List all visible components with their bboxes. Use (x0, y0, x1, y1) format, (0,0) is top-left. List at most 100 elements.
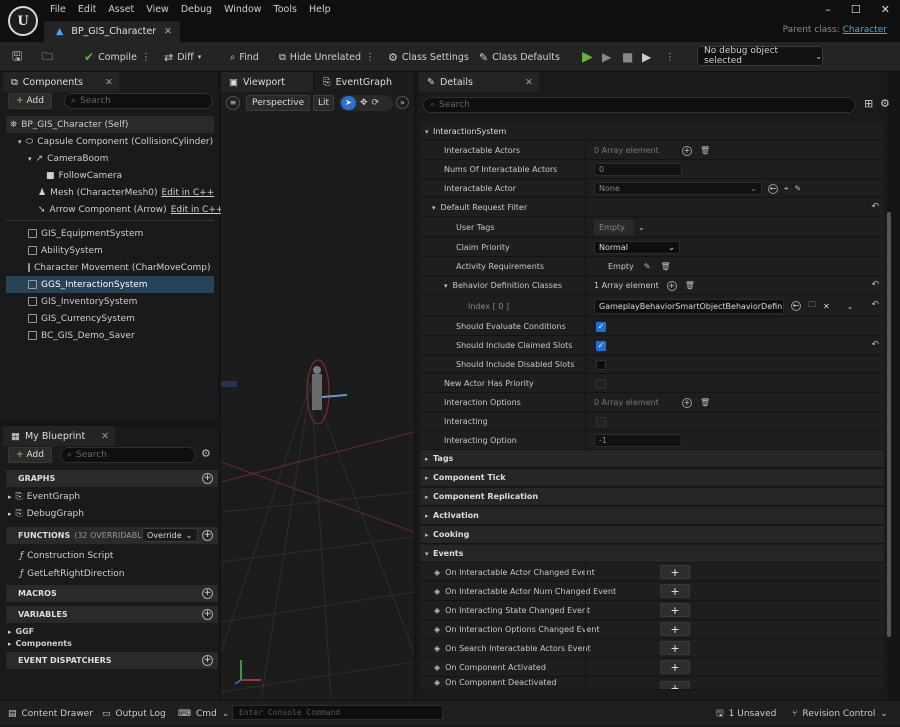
tree-item-arrow[interactable]: ➘ Arrow Component (Arrow) Edit in C++ (38, 201, 223, 218)
myblueprint-search-input[interactable]: ⌕ Search (60, 447, 196, 463)
menu-edit[interactable]: Edit (72, 4, 102, 15)
parent-class-link[interactable]: Character (843, 25, 887, 35)
function-item[interactable]: ƒ Construction Script (20, 547, 113, 564)
interacting-option-field[interactable]: -1 (594, 434, 682, 447)
debug-object-select[interactable]: No debug object selected ⌄ (697, 46, 823, 66)
list-item[interactable]: GIS_EquipmentSystem (28, 225, 143, 242)
minimize-button[interactable]: – (825, 3, 831, 16)
collapse-arrow-icon[interactable]: ▾ (444, 282, 448, 290)
actor-picker[interactable]: None ⌄ (594, 182, 762, 195)
graph-item-debuggraph[interactable]: ▸ ⎘ DebugGraph (8, 505, 84, 522)
add-member-button[interactable]: + Add (8, 447, 52, 463)
reset-icon[interactable]: ↶ (871, 300, 879, 310)
close-window-button[interactable]: ✕ (881, 3, 890, 16)
trash-icon[interactable]: 🗑 (661, 262, 671, 271)
add-event-button[interactable]: + (660, 641, 690, 655)
trash-icon[interactable]: 🗑 (700, 146, 710, 155)
section-variables[interactable]: VARIABLES + (6, 606, 218, 623)
lit-button[interactable]: Lit (313, 95, 335, 111)
new-actor-priority-checkbox[interactable] (596, 378, 606, 389)
edit-icon[interactable]: ✎ (644, 262, 651, 271)
close-icon[interactable]: ✕ (105, 77, 113, 88)
section-functions[interactable]: FUNCTIONS (32 OVERRIDABLE) Override ⌄ + (6, 527, 218, 544)
override-dropdown[interactable]: Override ⌄ (142, 528, 198, 542)
more-options-icon[interactable]: » (396, 96, 409, 109)
list-item[interactable]: BC_GIS_Demo_Saver (28, 327, 135, 344)
use-selected-icon[interactable]: ← (768, 183, 778, 194)
tab-myblueprint[interactable]: ▦ My Blueprint ✕ (3, 426, 115, 446)
category-cooking[interactable]: ▸ Cooking (420, 526, 884, 544)
tree-item-capsule[interactable]: ▾⬭Capsule Component (CollisionCylinder)E… (18, 133, 233, 150)
add-event-button[interactable]: + (660, 660, 690, 674)
select-tool-icon[interactable]: ➤ (341, 96, 356, 110)
section-macros[interactable]: MACROS + (6, 585, 218, 602)
menu-help[interactable]: Help (303, 4, 337, 15)
tab-eventgraph[interactable]: ⎘ EventGraph (315, 72, 414, 92)
category-tags[interactable]: ▸ Tags (420, 450, 884, 468)
list-item[interactable]: GIS_CurrencySystem (28, 310, 135, 327)
browse-icon[interactable]: ⌖ (784, 184, 789, 194)
menu-window[interactable]: Window (218, 4, 267, 15)
section-event-dispatchers[interactable]: EVENT DISPATCHERS + (6, 652, 218, 669)
document-tab[interactable]: ▲ BP_GIS_Character ✕ (44, 21, 180, 42)
menu-file[interactable]: File (44, 4, 72, 15)
menu-debug[interactable]: Debug (175, 4, 218, 15)
edit-in-cpp-link[interactable]: Edit in C++ (171, 205, 224, 215)
expand-arrow-icon[interactable]: ▸ (8, 510, 12, 518)
variable-category[interactable]: ▸ Components (8, 635, 72, 652)
hide-unrelated-options-icon[interactable]: ⋮ (365, 52, 375, 63)
edit-in-cpp-link[interactable]: Edit in C++ (162, 188, 215, 198)
category-component-tick[interactable]: ▸ Component Tick (420, 469, 884, 487)
find-button[interactable]: ⌕ Find (230, 42, 259, 72)
add-event-button[interactable]: + (660, 584, 690, 598)
interacting-checkbox[interactable] (596, 416, 606, 427)
save-button[interactable]: 🖫 (12, 42, 22, 72)
add-element-icon[interactable]: + (682, 397, 692, 408)
add-function-icon[interactable]: + (202, 530, 213, 541)
tab-components[interactable]: ⧉ Components ✕ (3, 72, 119, 92)
gear-icon[interactable]: ⚙ (880, 97, 890, 110)
list-item[interactable]: GIS_InventorySystem (28, 293, 137, 310)
section-graphs[interactable]: GRAPHS + (6, 470, 218, 487)
add-event-button[interactable]: + (660, 622, 690, 636)
menu-asset[interactable]: Asset (102, 4, 140, 15)
tree-item-self[interactable]: ⛯ BP_GIS_Character (Self) (6, 116, 214, 133)
close-tab-icon[interactable]: ✕ (164, 26, 172, 37)
play-options-button[interactable]: ⋮ (665, 42, 675, 72)
trash-icon[interactable]: 🗑 (700, 398, 710, 407)
add-dispatcher-icon[interactable]: + (202, 655, 213, 666)
perspective-button[interactable]: Perspective (246, 95, 311, 111)
hide-unrelated-button[interactable]: ⧉ Hide Unrelated ⋮ (279, 42, 375, 72)
disabled-slots-checkbox[interactable] (596, 359, 606, 370)
eject-button[interactable]: ▶ (642, 42, 651, 72)
category-component-replication[interactable]: ▸ Component Replication (420, 488, 884, 506)
collapse-arrow-icon[interactable]: ▾ (18, 138, 22, 146)
add-variable-icon[interactable]: + (202, 609, 213, 620)
expand-arrow-icon[interactable]: ▸ (8, 640, 12, 648)
rotate-tool-icon[interactable]: ⟳ (372, 98, 380, 108)
add-graph-icon[interactable]: + (202, 473, 213, 484)
cmd-dropdown[interactable]: ⌨ Cmd ⌄ (178, 701, 229, 727)
browse-icon[interactable]: 🗀 (808, 299, 816, 313)
section-interaction-system[interactable]: ▾ InteractionSystem (420, 123, 884, 141)
claim-priority-select[interactable]: Normal ⌄ (594, 241, 680, 254)
tab-viewport[interactable]: ▣ Viewport (221, 72, 313, 92)
chevron-down-icon[interactable]: ⌄ (847, 302, 854, 311)
graph-item-eventgraph[interactable]: ▸ ⎘ EventGraph (8, 488, 80, 505)
unreal-logo-icon[interactable]: U (8, 6, 38, 36)
list-item[interactable]: AbilitySystem (28, 242, 103, 259)
user-tags-button[interactable]: Empty (594, 220, 634, 235)
collapse-arrow-icon[interactable]: ▾ (432, 204, 436, 212)
tree-item-mesh[interactable]: ♟ Mesh (CharacterMesh0) Edit in C++ (38, 184, 214, 201)
compile-button[interactable]: ✔ Compile ⋮ (84, 42, 151, 72)
eyedropper-icon[interactable]: ✎ (795, 184, 802, 193)
tab-details[interactable]: ✎ Details ✕ (419, 72, 539, 92)
nums-field[interactable]: 0 (594, 163, 682, 176)
menu-view[interactable]: View (140, 4, 175, 15)
reset-icon[interactable]: ↶ (871, 202, 879, 212)
claimed-slots-checkbox[interactable]: ✓ (596, 340, 606, 351)
compile-options-icon[interactable]: ⋮ (141, 52, 151, 63)
grid-view-icon[interactable]: ⊞ (864, 97, 873, 110)
gear-icon[interactable]: ⚙ (201, 447, 211, 460)
eval-conditions-checkbox[interactable]: ✓ (596, 321, 606, 332)
